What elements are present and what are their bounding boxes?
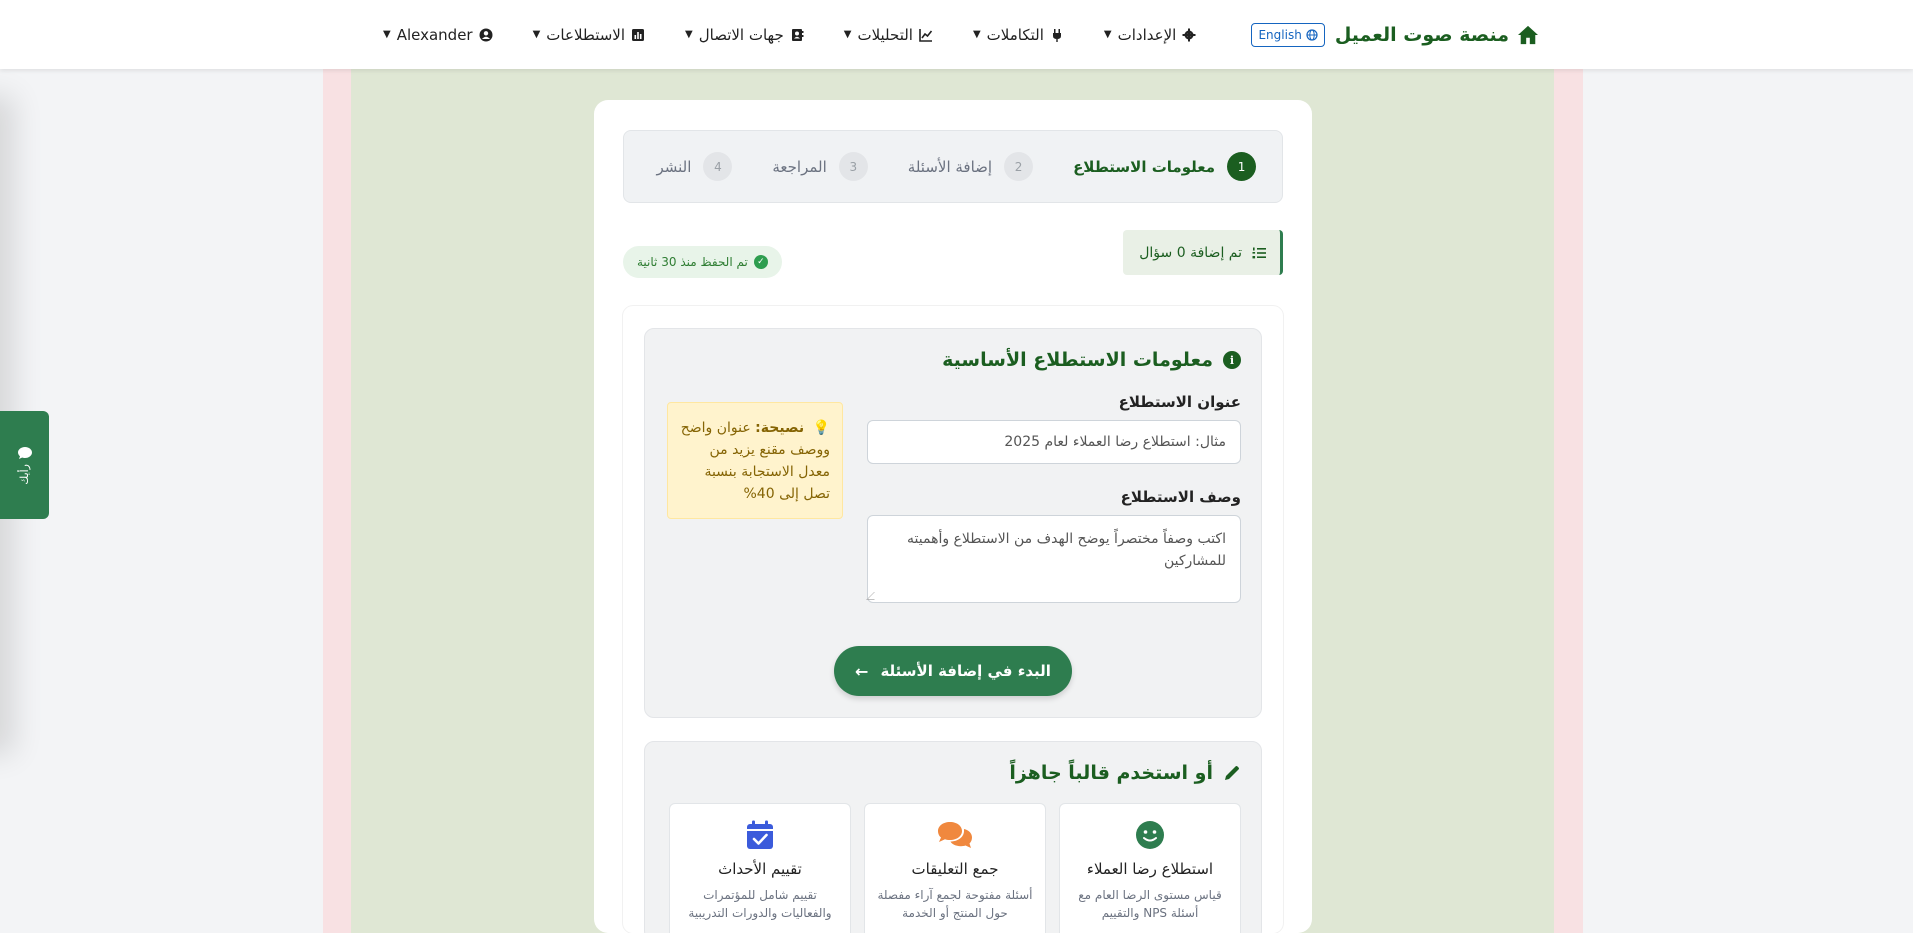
chevron-down-icon: ▼ (685, 29, 693, 40)
feedback-tab[interactable]: رأيك (0, 411, 49, 519)
smile-icon (1060, 820, 1240, 850)
section-heading: أو استخدم قالباً جاهزاً (1009, 762, 1241, 784)
survey-title-label: عنوان الاستطلاع (1118, 393, 1241, 411)
form-container: i معلومات الاستطلاع الأساسية عنوان الاست… (623, 306, 1283, 933)
survey-title-placeholder: مثال: استطلاع رضا العملاء لعام 2025 (1004, 434, 1226, 450)
section-heading-text: معلومات الاستطلاع الأساسية (942, 349, 1213, 371)
info-circle-icon: i (1223, 351, 1241, 369)
survey-wizard-card: 1 معلومات الاستطلاع 2 إضافة الأسئلة 3 ال… (594, 100, 1312, 933)
language-toggle-button[interactable]: English (1251, 22, 1325, 47)
user-name: Alexander (396, 25, 473, 44)
autosave-status-badge: ✓ تم الحفظ منذ 30 ثانية (623, 246, 782, 278)
user-menu[interactable]: Alexander ▼ (383, 26, 493, 44)
home-icon (1518, 25, 1538, 44)
survey-description-label: وصف الاستطلاع (1120, 488, 1241, 506)
feedback-tab-label: رأيك (18, 463, 31, 485)
template-name: تقييم الأحداث (718, 860, 802, 878)
chart-line-icon (919, 28, 933, 42)
nav-menu: الإعدادات ▼ التكاملات ▼ التحليلات ▼ جهات… (383, 26, 1196, 44)
section-heading: i معلومات الاستطلاع الأساسية (942, 349, 1241, 371)
template-description: تقييم شامل للمؤتمرات والفعاليات والدورات… (688, 888, 832, 920)
survey-description-placeholder: اكتب وصفاً مختصراً يوضح الهدف من الاستطل… (907, 531, 1226, 569)
brand-name: منصة صوت العميل (1334, 23, 1509, 46)
nav-item-label: الاستطلاعات (546, 25, 626, 44)
tip-title: نصيحة: (755, 420, 805, 436)
template-name: استطلاع رضا العملاء (1086, 860, 1214, 878)
top-navbar: منصة صوت العميل English الإعدادات ▼ التك… (0, 0, 1913, 69)
survey-title-input[interactable]: مثال: استطلاع رضا العملاء لعام 2025 (867, 420, 1241, 464)
chevron-down-icon: ▼ (383, 29, 391, 40)
nav-item-contacts[interactable]: جهات الاتصال ▼ (685, 26, 804, 44)
step-number: 3 (838, 152, 868, 181)
nav-item-label: التحليلات (857, 25, 913, 44)
nav-item-integrations[interactable]: التكاملات ▼ (973, 26, 1064, 44)
step-label: إضافة الأسئلة (907, 157, 993, 176)
template-name: جمع التعليقات (911, 860, 999, 878)
language-label: English (1258, 27, 1302, 42)
autosave-status-text: تم الحفظ منذ 30 ثانية (637, 255, 748, 269)
template-card-feedback[interactable]: جمع التعليقات أسئلة مفتوحة لجمع آراء مفص… (864, 803, 1046, 933)
chevron-down-icon: ▼ (972, 29, 981, 40)
lightbulb-icon: 💡 (812, 420, 830, 436)
check-circle-icon: ✓ (753, 255, 768, 269)
step-number: 2 (1004, 152, 1034, 181)
nav-item-surveys[interactable]: الاستطلاعات ▼ (533, 26, 645, 44)
brand[interactable]: منصة صوت العميل English (1251, 22, 1539, 47)
step-label: النشر (656, 157, 692, 176)
wizard-stepper: 1 معلومات الاستطلاع 2 إضافة الأسئلة 3 ال… (623, 130, 1283, 203)
chevron-down-icon: ▼ (1103, 29, 1112, 40)
nav-item-label: التكاملات (986, 25, 1044, 44)
templates-section: أو استخدم قالباً جاهزاً استطلاع رضا العم… (644, 741, 1262, 933)
address-book-icon (791, 28, 804, 41)
basic-info-section: i معلومات الاستطلاع الأساسية عنوان الاست… (644, 328, 1262, 718)
step-publish[interactable]: 4 النشر (656, 152, 733, 181)
template-description: أسئلة مفتوحة لجمع آراء مفصلة حول المنتج … (877, 888, 1033, 920)
nav-item-label: الإعدادات (1117, 25, 1177, 44)
arrow-left-icon: ← (855, 661, 869, 681)
comments-icon (865, 820, 1045, 850)
template-card-events[interactable]: تقييم الأحداث تقييم شامل للمؤتمرات والفع… (669, 803, 851, 933)
tip-box: 💡 نصيحة: عنوان واضح ووصف مقنع يزيد من مع… (667, 402, 843, 519)
gear-icon (1182, 28, 1196, 41)
nav-item-settings[interactable]: الإعدادات ▼ (1104, 26, 1196, 44)
pencil-icon (1225, 766, 1239, 780)
nav-item-analytics[interactable]: التحليلات ▼ (844, 26, 933, 44)
start-button-label: البدء في إضافة الأسئلة (880, 662, 1051, 680)
list-ol-icon (1252, 247, 1266, 258)
start-adding-questions-button[interactable]: البدء في إضافة الأسئلة ← (834, 646, 1072, 696)
step-review[interactable]: 3 المراجعة (772, 152, 868, 181)
comment-icon (17, 446, 32, 459)
step-survey-info[interactable]: 1 معلومات الاستطلاع (1073, 152, 1256, 181)
resize-handle[interactable] (866, 592, 882, 600)
template-card-satisfaction[interactable]: استطلاع رضا العملاء قياس مستوى الرضا الع… (1059, 803, 1241, 933)
section-heading-text: أو استخدم قالباً جاهزاً (1009, 762, 1213, 784)
globe-icon (1306, 28, 1318, 41)
step-add-questions[interactable]: 2 إضافة الأسئلة (907, 152, 1034, 181)
template-description: قياس مستوى الرضا العام مع أسئلة NPS والت… (1078, 888, 1222, 920)
questions-counter: تم إضافة 0 سؤال (1123, 230, 1283, 275)
calendar-check-icon (670, 820, 850, 850)
user-circle-icon (479, 28, 493, 41)
plug-icon (1052, 28, 1061, 42)
questions-counter-text: تم إضافة 0 سؤال (1139, 244, 1242, 261)
poll-icon (632, 28, 645, 41)
step-label: معلومات الاستطلاع (1073, 157, 1215, 176)
nav-item-label: جهات الاتصال (698, 25, 784, 44)
chevron-down-icon: ▼ (843, 29, 852, 40)
step-label: المراجعة (772, 157, 827, 176)
chevron-down-icon: ▼ (532, 29, 541, 40)
step-number: 4 (703, 152, 733, 181)
survey-description-textarea[interactable]: اكتب وصفاً مختصراً يوضح الهدف من الاستطل… (866, 515, 1241, 603)
step-number: 1 (1227, 152, 1256, 181)
